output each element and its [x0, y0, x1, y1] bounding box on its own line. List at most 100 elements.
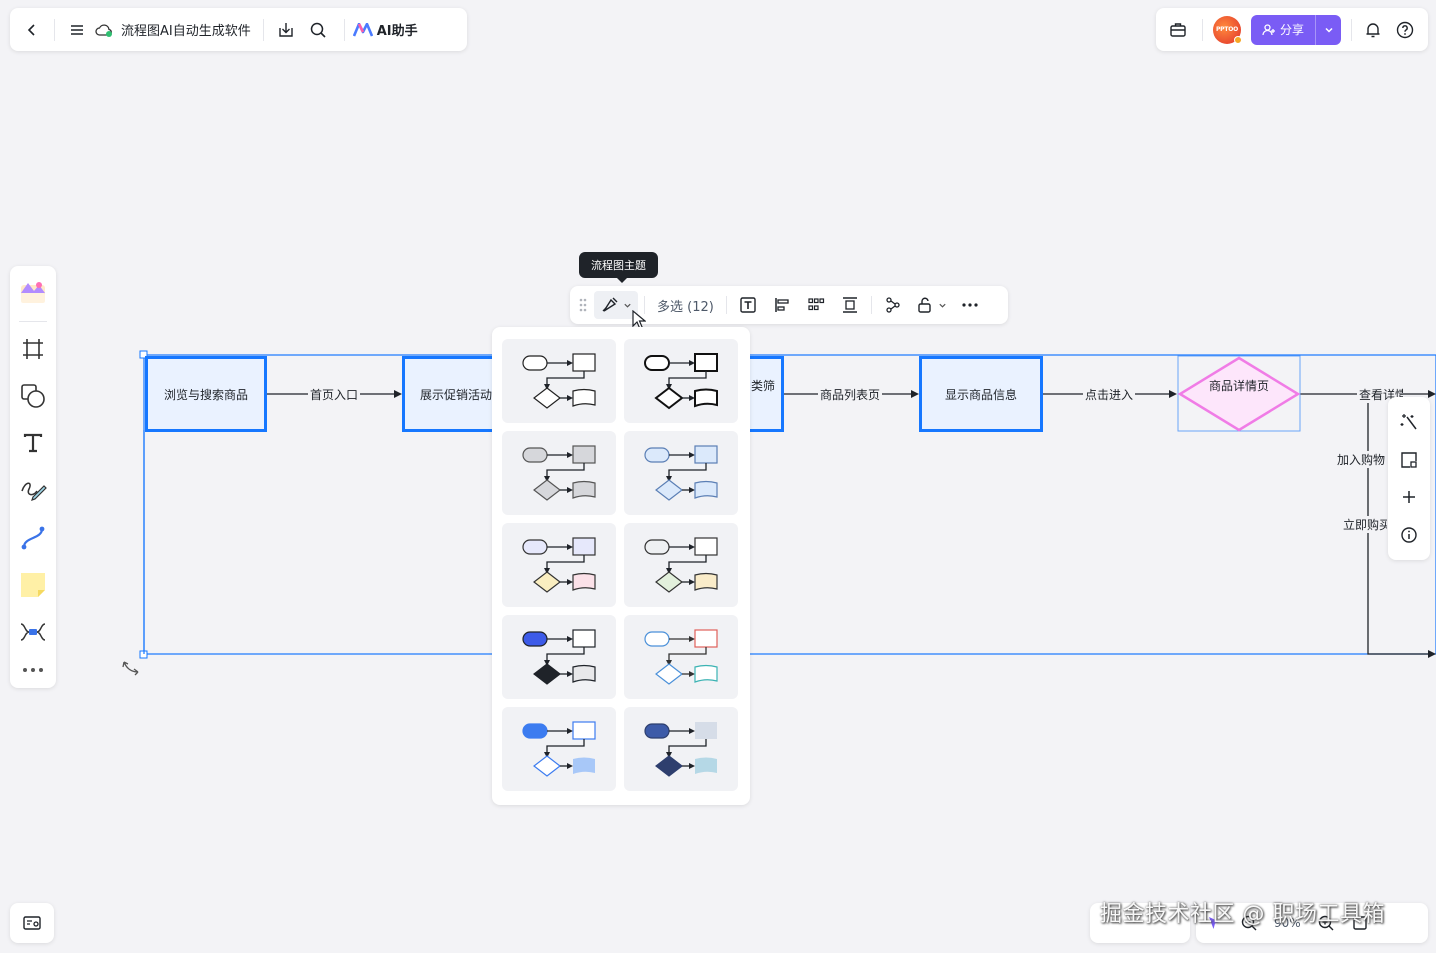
drag-handle-icon [579, 298, 587, 312]
text-box-icon [740, 297, 756, 313]
shape-tool[interactable] [15, 375, 51, 416]
theme-preview-icon [644, 722, 717, 777]
connector-icon [21, 526, 45, 549]
chevron-down-icon [939, 303, 946, 308]
text-icon [23, 434, 43, 453]
theme-preview-icon [522, 537, 596, 593]
share-label: 分享 [1279, 23, 1304, 37]
lock-button[interactable] [912, 291, 951, 319]
add-user-icon [1262, 23, 1275, 35]
edge-label: 加入购物 [1335, 451, 1388, 468]
arrange-grid-button[interactable] [801, 291, 831, 319]
edge-arrow [394, 390, 402, 398]
left-toolbar [10, 266, 56, 688]
notifications-button[interactable] [1362, 16, 1384, 44]
chevron-down-icon [623, 303, 631, 308]
user-avatar[interactable]: PPTOO [1213, 15, 1242, 44]
chevron-down-icon [1324, 27, 1333, 33]
theme-option-navy-soft[interactable] [624, 707, 738, 791]
theme-option-outline-bold[interactable] [624, 339, 738, 423]
menu-icon [71, 24, 83, 35]
minimap-button[interactable] [10, 903, 54, 943]
theme-preview-icon [644, 629, 718, 685]
theme-option-blue-accent[interactable] [502, 707, 616, 791]
template-tool[interactable] [15, 272, 51, 313]
top-right-toolbar: PPTOO 分享 [1156, 8, 1428, 51]
flow-node-product-info[interactable]: 显示商品信息 [919, 356, 1043, 432]
theme-option-pastel-b[interactable] [624, 523, 738, 607]
info-button[interactable] [1394, 520, 1424, 550]
connector-tool[interactable] [15, 517, 51, 558]
multi-select-count[interactable]: 多选 (12) [651, 291, 720, 319]
drag-handle[interactable] [576, 291, 590, 319]
theme-preview-icon [644, 537, 718, 593]
distribute-button[interactable] [835, 291, 865, 319]
shape-icon [21, 384, 45, 408]
document-title[interactable]: 流程图AI自动生成软件 [121, 20, 251, 39]
ai-magic-button[interactable] [1394, 407, 1424, 437]
edge-label: 点击进入 [1083, 386, 1136, 403]
text-tool[interactable] [15, 423, 51, 464]
sticky-note-icon [21, 572, 45, 597]
theme-option-colorful-outline[interactable] [624, 615, 738, 699]
export-button[interactable] [272, 16, 300, 44]
flow-node-filter[interactable]: 类筛 [745, 356, 784, 432]
edge-arrow [1169, 390, 1177, 398]
theme-option-outline-white[interactable] [502, 339, 616, 423]
theme-option-navy-solid[interactable] [502, 615, 616, 699]
menu-button[interactable] [63, 16, 91, 44]
info-icon [1401, 527, 1417, 543]
share-button[interactable]: 分享 [1251, 14, 1341, 45]
magic-wand-icon [1400, 413, 1417, 430]
theme-option-light-blue[interactable] [624, 431, 738, 515]
grid-icon [808, 298, 824, 311]
frame-tool[interactable] [15, 328, 51, 369]
more-icon [962, 303, 978, 307]
insert-frame-button[interactable] [1394, 445, 1424, 475]
ai-logo-icon [352, 22, 373, 36]
theme-option-pastel-a[interactable] [502, 523, 616, 607]
share-dropdown[interactable] [1315, 14, 1341, 45]
briefcase-icon [1170, 22, 1186, 37]
theme-tooltip: 流程图主题 [579, 252, 658, 283]
back-button[interactable] [18, 16, 46, 44]
pen-tool[interactable] [15, 470, 51, 511]
align-left-icon [775, 298, 789, 312]
theme-preview-icon [522, 445, 596, 501]
flow-node-promo[interactable]: 展示促销活动 [402, 356, 502, 432]
selection-handle [139, 650, 148, 659]
ai-assistant-button[interactable]: AI助手 [352, 20, 418, 39]
frame-corner-icon [1401, 451, 1417, 468]
document-title-area[interactable]: 流程图AI自动生成软件 [91, 20, 255, 39]
mindmap-tool[interactable] [15, 611, 51, 652]
toolbox-button[interactable] [1164, 16, 1192, 44]
right-toolbar [1388, 397, 1430, 560]
help-icon [1396, 21, 1414, 38]
add-button[interactable] [1394, 482, 1424, 512]
search-button[interactable] [300, 16, 336, 44]
more-tools-button[interactable] [15, 658, 51, 682]
text-style-button[interactable] [733, 291, 763, 319]
unlock-icon [918, 297, 931, 313]
bell-icon [1366, 22, 1380, 37]
flow-node-browse[interactable]: 浏览与搜索商品 [145, 356, 267, 432]
help-button[interactable] [1394, 16, 1416, 44]
distribute-icon [842, 297, 857, 313]
edge-arrow [911, 390, 919, 398]
more-icon [23, 668, 43, 673]
chevron-left-icon [27, 23, 35, 36]
flowchart-theme-panel [492, 327, 750, 805]
decision-node-label: 商品详情页 [1208, 379, 1269, 393]
theme-option-gray[interactable] [502, 431, 616, 515]
top-toolbar: 流程图AI自动生成软件 AI助手 [10, 8, 467, 51]
template-icon [21, 281, 45, 303]
layout-button[interactable] [878, 291, 908, 319]
theme-preview-icon [644, 445, 718, 501]
pen-icon [21, 482, 47, 502]
rotate-handle-icon [122, 661, 139, 676]
search-icon [310, 22, 326, 38]
edge-arrow [1428, 650, 1436, 658]
sticky-note-tool[interactable] [15, 564, 51, 605]
align-button[interactable] [767, 291, 797, 319]
more-options-button[interactable] [955, 291, 985, 319]
